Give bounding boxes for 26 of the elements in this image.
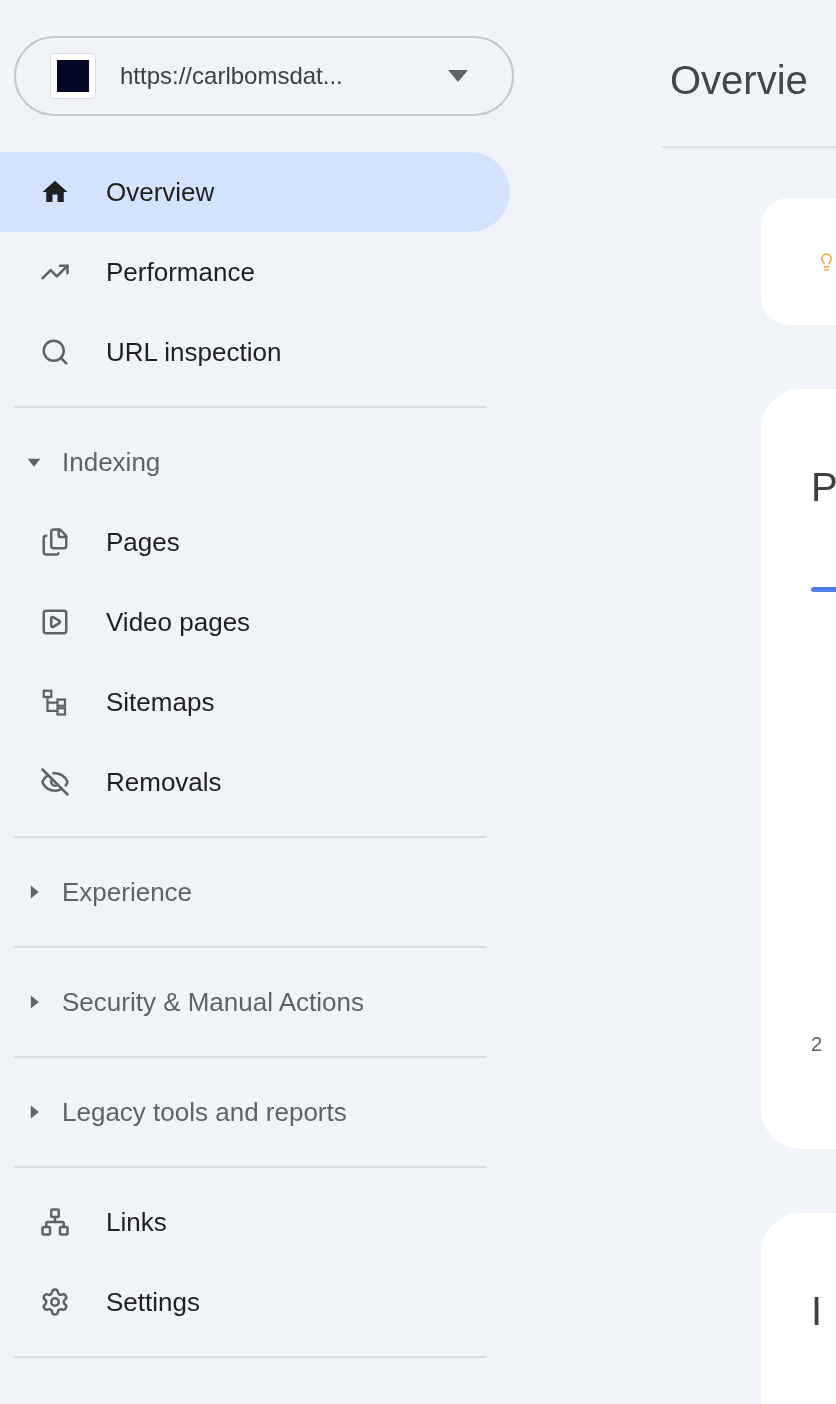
nav-item[interactable]: Video pages [0, 582, 510, 662]
site-favicon [50, 53, 96, 99]
pages-icon [40, 527, 70, 557]
nav-section-header[interactable]: Legacy tools and reports [0, 1072, 510, 1152]
card-title: I [811, 1291, 824, 1331]
nav-section-header[interactable]: Security & Manual Actions [0, 962, 510, 1042]
search-icon [40, 337, 70, 367]
property-selector[interactable]: https://carlbomsdat... [14, 36, 514, 116]
nav-item[interactable]: Performance [0, 232, 510, 312]
video-pages-icon [40, 607, 70, 637]
dropdown-caret-icon [448, 70, 468, 82]
nav-item[interactable]: Settings [0, 1262, 510, 1342]
nav-section-header[interactable]: Experience [0, 852, 510, 932]
nav-item[interactable]: URL inspection [0, 312, 510, 392]
nav-section-header[interactable]: Indexing [0, 422, 510, 502]
nav-item[interactable]: Links [0, 1182, 510, 1262]
links-icon [40, 1207, 70, 1237]
nav-item[interactable]: Overview [0, 152, 510, 232]
settings-icon [40, 1287, 70, 1317]
nav-item[interactable]: Removals [0, 742, 510, 822]
nav-item[interactable]: Pages [0, 502, 510, 582]
nav-item[interactable]: Sitemaps [0, 662, 510, 742]
axis-label: 2 [811, 1032, 824, 1057]
page-title: Overvie [669, 57, 809, 104]
card-title: P [811, 467, 836, 507]
eye-off-icon [40, 767, 70, 797]
